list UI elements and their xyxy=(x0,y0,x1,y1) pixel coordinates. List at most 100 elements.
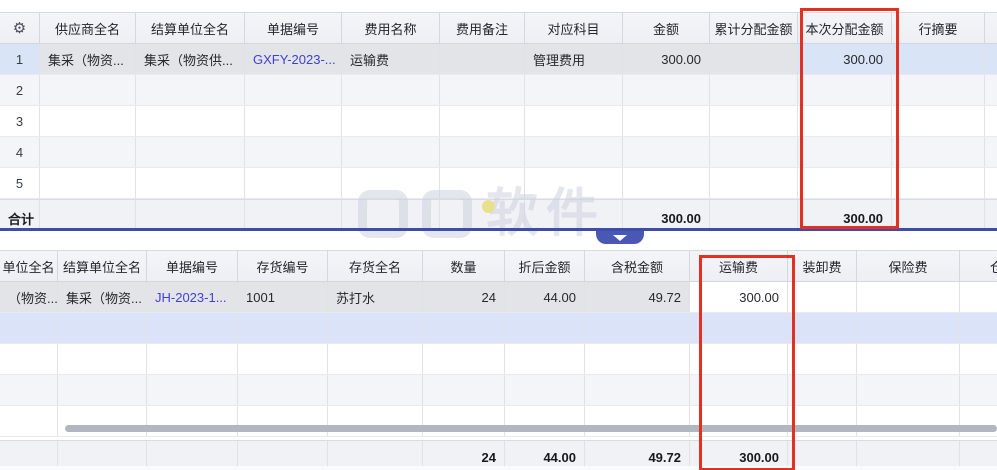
grid-cell[interactable]: 300.00 xyxy=(798,44,892,74)
grid-cell[interactable]: 300.00 xyxy=(623,44,710,74)
grid-cell[interactable] xyxy=(505,344,585,374)
grid-cell[interactable] xyxy=(328,375,423,405)
grid-cell[interactable] xyxy=(960,313,997,343)
grid-cell[interactable] xyxy=(690,313,788,343)
grid-cell[interactable]: 运输费 xyxy=(342,44,440,74)
grid-cell[interactable] xyxy=(440,168,525,198)
grid-cell[interactable] xyxy=(58,313,147,343)
grid-cell[interactable] xyxy=(788,313,857,343)
row-number-cell[interactable]: 4 xyxy=(0,137,40,167)
grid-cell[interactable] xyxy=(690,344,788,374)
grid-cell[interactable]: （物资... xyxy=(0,282,58,312)
grid-cell[interactable] xyxy=(623,106,710,136)
grid-cell[interactable] xyxy=(892,106,985,136)
grid-cell[interactable] xyxy=(798,75,892,105)
grid-cell[interactable] xyxy=(710,137,798,167)
column-header[interactable]: 数量 xyxy=(423,251,505,281)
grid-cell[interactable] xyxy=(0,344,58,374)
grid-cell[interactable]: 管理费用 xyxy=(525,44,623,74)
grid-cell[interactable]: 集采（物资... xyxy=(40,44,136,74)
grid-cell[interactable] xyxy=(623,168,710,198)
row-number-cell[interactable]: 1 xyxy=(0,44,40,74)
grid-cell[interactable] xyxy=(892,75,985,105)
grid-cell[interactable] xyxy=(342,75,440,105)
grid-cell[interactable] xyxy=(788,375,857,405)
horizontal-scrollbar-thumb[interactable] xyxy=(65,425,997,432)
grid-cell[interactable]: 24 xyxy=(423,282,505,312)
grid-cell[interactable] xyxy=(505,375,585,405)
grid-cell[interactable] xyxy=(892,168,985,198)
grid-cell[interactable] xyxy=(342,137,440,167)
grid-cell[interactable] xyxy=(857,344,960,374)
column-header[interactable]: 存货全名 xyxy=(328,251,423,281)
row-number-cell[interactable]: 5 xyxy=(0,168,40,198)
grid-cell[interactable] xyxy=(985,75,997,105)
column-header[interactable]: 装卸费 xyxy=(788,251,857,281)
column-header[interactable]: 累计分配金额 xyxy=(710,13,798,43)
grid-cell[interactable] xyxy=(342,106,440,136)
grid-cell[interactable]: 苏打水 xyxy=(328,282,423,312)
grid-cell[interactable] xyxy=(0,313,58,343)
grid-cell[interactable] xyxy=(798,168,892,198)
grid-cell[interactable] xyxy=(892,44,985,74)
column-header[interactable]: 行摘要 xyxy=(892,13,985,43)
document-number-link[interactable]: JH-2023-1... xyxy=(155,290,227,305)
grid-cell[interactable] xyxy=(440,44,525,74)
column-header[interactable]: 单据编号 xyxy=(147,251,238,281)
column-header[interactable]: 结算单位全名 xyxy=(136,13,245,43)
grid-cell[interactable] xyxy=(798,106,892,136)
grid-cell[interactable] xyxy=(960,375,997,405)
grid-cell[interactable] xyxy=(58,375,147,405)
grid-cell[interactable] xyxy=(147,375,238,405)
grid-cell[interactable] xyxy=(623,137,710,167)
grid-cell[interactable] xyxy=(238,375,328,405)
grid-cell[interactable] xyxy=(136,168,245,198)
grid-cell[interactable] xyxy=(788,282,857,312)
grid-cell[interactable] xyxy=(245,168,342,198)
column-header[interactable]: 仓 xyxy=(960,251,997,281)
grid-cell[interactable] xyxy=(440,106,525,136)
column-header[interactable]: 存货编号 xyxy=(238,251,328,281)
grid-cell[interactable] xyxy=(960,344,997,374)
grid-cell[interactable] xyxy=(525,168,623,198)
column-header[interactable]: 折后金额 xyxy=(505,251,585,281)
grid-cell[interactable]: 49.72 xyxy=(585,282,690,312)
grid-cell[interactable] xyxy=(0,375,58,405)
grid-cell[interactable] xyxy=(798,137,892,167)
grid-cell[interactable] xyxy=(136,106,245,136)
grid-cell[interactable] xyxy=(710,168,798,198)
grid-cell[interactable] xyxy=(985,44,997,74)
column-header[interactable]: 对应科目 xyxy=(525,13,623,43)
row-number-cell[interactable]: 3 xyxy=(0,106,40,136)
grid-cell[interactable]: GXFY-2023-... xyxy=(245,44,342,74)
grid-cell[interactable] xyxy=(892,137,985,167)
grid-settings-cell[interactable]: ⚙ xyxy=(0,13,40,43)
grid-cell[interactable] xyxy=(245,75,342,105)
column-header[interactable]: 结算单位全名 xyxy=(58,251,147,281)
grid-cell[interactable] xyxy=(985,137,997,167)
row-number-cell[interactable]: 2 xyxy=(0,75,40,105)
grid-cell[interactable]: 44.00 xyxy=(505,282,585,312)
grid-cell[interactable] xyxy=(440,137,525,167)
column-header[interactable]: 金额 xyxy=(623,13,710,43)
grid-cell[interactable] xyxy=(585,313,690,343)
column-header[interactable]: 供应商全名 xyxy=(40,13,136,43)
grid-cell[interactable] xyxy=(525,106,623,136)
grid-cell[interactable] xyxy=(710,75,798,105)
column-header[interactable]: 费用备注 xyxy=(440,13,525,43)
grid-cell[interactable]: 1001 xyxy=(238,282,328,312)
grid-cell[interactable] xyxy=(423,375,505,405)
column-header[interactable] xyxy=(985,13,997,43)
document-number-link[interactable]: GXFY-2023-... xyxy=(253,52,336,67)
grid-cell[interactable] xyxy=(245,106,342,136)
grid-cell[interactable] xyxy=(342,168,440,198)
grid-cell[interactable] xyxy=(40,137,136,167)
grid-cell[interactable] xyxy=(710,106,798,136)
column-header[interactable]: 含税金额 xyxy=(585,251,690,281)
grid-cell[interactable] xyxy=(857,375,960,405)
grid-cell[interactable] xyxy=(423,313,505,343)
column-header[interactable]: 单位全名 xyxy=(0,251,58,281)
grid-cell[interactable] xyxy=(147,313,238,343)
collapse-panel-button[interactable] xyxy=(596,231,644,244)
grid-cell[interactable] xyxy=(238,344,328,374)
